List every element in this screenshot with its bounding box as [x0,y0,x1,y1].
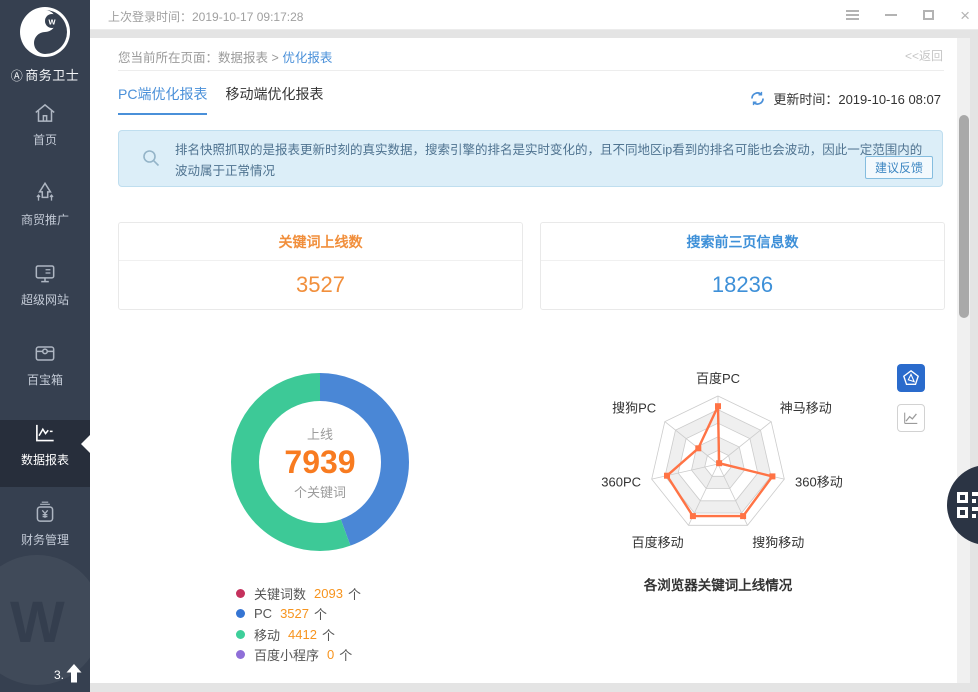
finance-icon [32,500,58,526]
radar-view-button[interactable] [897,364,925,392]
scrollbar-track[interactable] [957,38,970,683]
brand-name: Ⓐ商务卫士 [0,65,90,84]
report-icon [32,420,58,446]
sidebar-item-reports[interactable]: 数据报表 [0,420,90,487]
breadcrumb-current[interactable]: 优化报表 [282,51,332,65]
legend-dot-icon [236,589,245,598]
sidebar-item-label: 商贸推广 [0,211,90,228]
last-login-time: 上次登录时间：2019-10-17 09:17:28 [108,8,303,25]
update-time-row: 更新时间：2019-10-16 08:07 [749,89,941,108]
active-item-arrow [81,435,90,453]
legend-label: PC [254,606,272,621]
radar-chart: 百度PC 神马移动 360移动搜狗移动 百度移动 360PC 搜狗PC [578,362,858,592]
stat-card-top3-pages: 搜索前三页信息数 18236 [540,222,945,310]
legend-unit: 个 [348,584,361,603]
qr-code-icon [955,490,978,520]
website-icon [32,260,58,286]
app-window: w Ⓐ商务卫士 首页 商贸推广 超级网站 [0,0,978,692]
sidebar-item-home[interactable]: 首页 [0,100,90,167]
legend-dot-icon [236,630,245,639]
donut-chart-canvas [220,362,420,567]
toolbox-icon [32,340,58,366]
back-link[interactable]: <<返回 [905,47,943,64]
legend-dot-icon [236,650,245,659]
sidebar-footer: 3. [0,664,90,686]
radar-chart-title: 各浏览器关键词上线情况 [568,574,868,594]
stat-card-title: 关键词上线数 [119,223,522,261]
legend-value: 3527 [280,606,309,621]
breadcrumb: 您当前所在页面：数据报表 > 优化报表 [118,47,332,66]
sidebar-item-label: 数据报表 [0,451,90,468]
breadcrumb-section[interactable]: 数据报表 [218,51,268,65]
window-maximize-icon[interactable] [923,10,934,20]
radar-axis-label: 搜狗移动 [752,535,804,550]
tab-mobile-report[interactable]: 移动端优化报表 [225,84,323,115]
feedback-button[interactable]: 建议反馈 [865,156,933,179]
window-controls: × [846,0,970,30]
legend-value: 2093 [314,586,343,601]
breadcrumb-divider [118,70,944,71]
sidebar-item-label: 超级网站 [0,291,90,308]
sidebar-item-label: 财务管理 [0,531,90,548]
notice-banner: 排名快照抓取的是报表更新时刻的真实数据，搜索引擎的排名是实时变化的，且不同地区i… [118,130,943,187]
legend-item[interactable]: PC 3527 个 [236,607,361,621]
report-tabs: PC端优化报表 移动端优化报表 [118,84,323,115]
radar-axis-label: 360移动 [795,475,843,490]
notice-text: 排名快照抓取的是报表更新时刻的真实数据，搜索引擎的排名是实时变化的，且不同地区i… [175,143,922,178]
stat-card-title: 搜索前三页信息数 [541,223,944,261]
window-menu-icon[interactable] [846,8,859,22]
donut-chart: 上线 7939 个关键词 [220,362,420,562]
legend-item[interactable]: 移动 4412 个 [236,627,361,641]
legend-dot-icon [236,609,245,618]
scrollbar-thumb[interactable] [959,115,969,318]
radar-axis-label: 百度PC [696,371,740,386]
legend-label: 移动 [254,625,280,644]
svg-text:w: w [47,17,56,27]
radar-axis-label: 百度移动 [632,535,684,550]
legend-item[interactable]: 百度小程序 0个 [236,648,361,662]
sidebar-item-label: 百宝箱 [0,371,90,388]
legend-unit: 个 [339,645,352,664]
stat-card-keywords-online: 关键词上线数 3527 [118,222,523,310]
donut-legend: 关键词数2093个PC3527个移动4412个百度小程序0个 [236,586,361,668]
topbar: 上次登录时间：2019-10-17 09:17:28 × [90,0,978,30]
stat-card-value: 3527 [119,261,522,309]
legend-unit: 个 [314,604,327,623]
sidebar-item-finance[interactable]: 财务管理 [0,500,90,567]
radar-view-icon [902,369,920,387]
refresh-icon[interactable] [749,90,766,107]
radar-axis-label: 神马移动 [780,401,832,416]
sidebar-item-label: 首页 [0,131,90,148]
legend-item[interactable]: 关键词数 2093 个 [236,586,361,600]
breadcrumb-separator: > [272,51,279,65]
home-icon [32,100,58,126]
brand-badge-icon: Ⓐ [11,69,24,83]
breadcrumb-prefix: 您当前所在页面： [118,51,218,65]
sidebar: w Ⓐ商务卫士 首页 商贸推广 超级网站 [0,0,90,692]
brand[interactable]: w Ⓐ商务卫士 [0,6,90,84]
radar-axis-label: 360PC [601,475,641,490]
legend-value: 0 [327,647,334,662]
search-icon [141,148,161,168]
line-view-button[interactable] [897,404,925,432]
version-label: 3. [54,668,64,682]
brand-logo-icon: w [19,6,71,58]
tab-pc-report[interactable]: PC端优化报表 [118,84,207,115]
line-view-icon [902,409,920,427]
scroll-top-icon[interactable] [66,664,82,683]
legend-unit: 个 [322,625,335,644]
update-time: 更新时间：2019-10-16 08:07 [773,89,941,108]
legend-label: 关键词数 [254,584,306,603]
legend-value: 4412 [288,627,317,642]
sidebar-item-toolbox[interactable]: 百宝箱 [0,340,90,407]
promotion-icon [32,180,58,206]
legend-label: 百度小程序 [254,645,319,664]
radar-axis-label: 搜狗PC [612,401,656,416]
window-close-icon[interactable]: × [960,7,970,24]
main-panel: 您当前所在页面：数据报表 > 优化报表 <<返回 PC端优化报表 移动端优化报表… [90,38,957,683]
sidebar-item-website[interactable]: 超级网站 [0,260,90,327]
stat-card-value: 18236 [541,261,944,309]
window-minimize-icon[interactable] [885,14,897,16]
sidebar-item-promotion[interactable]: 商贸推广 [0,180,90,247]
